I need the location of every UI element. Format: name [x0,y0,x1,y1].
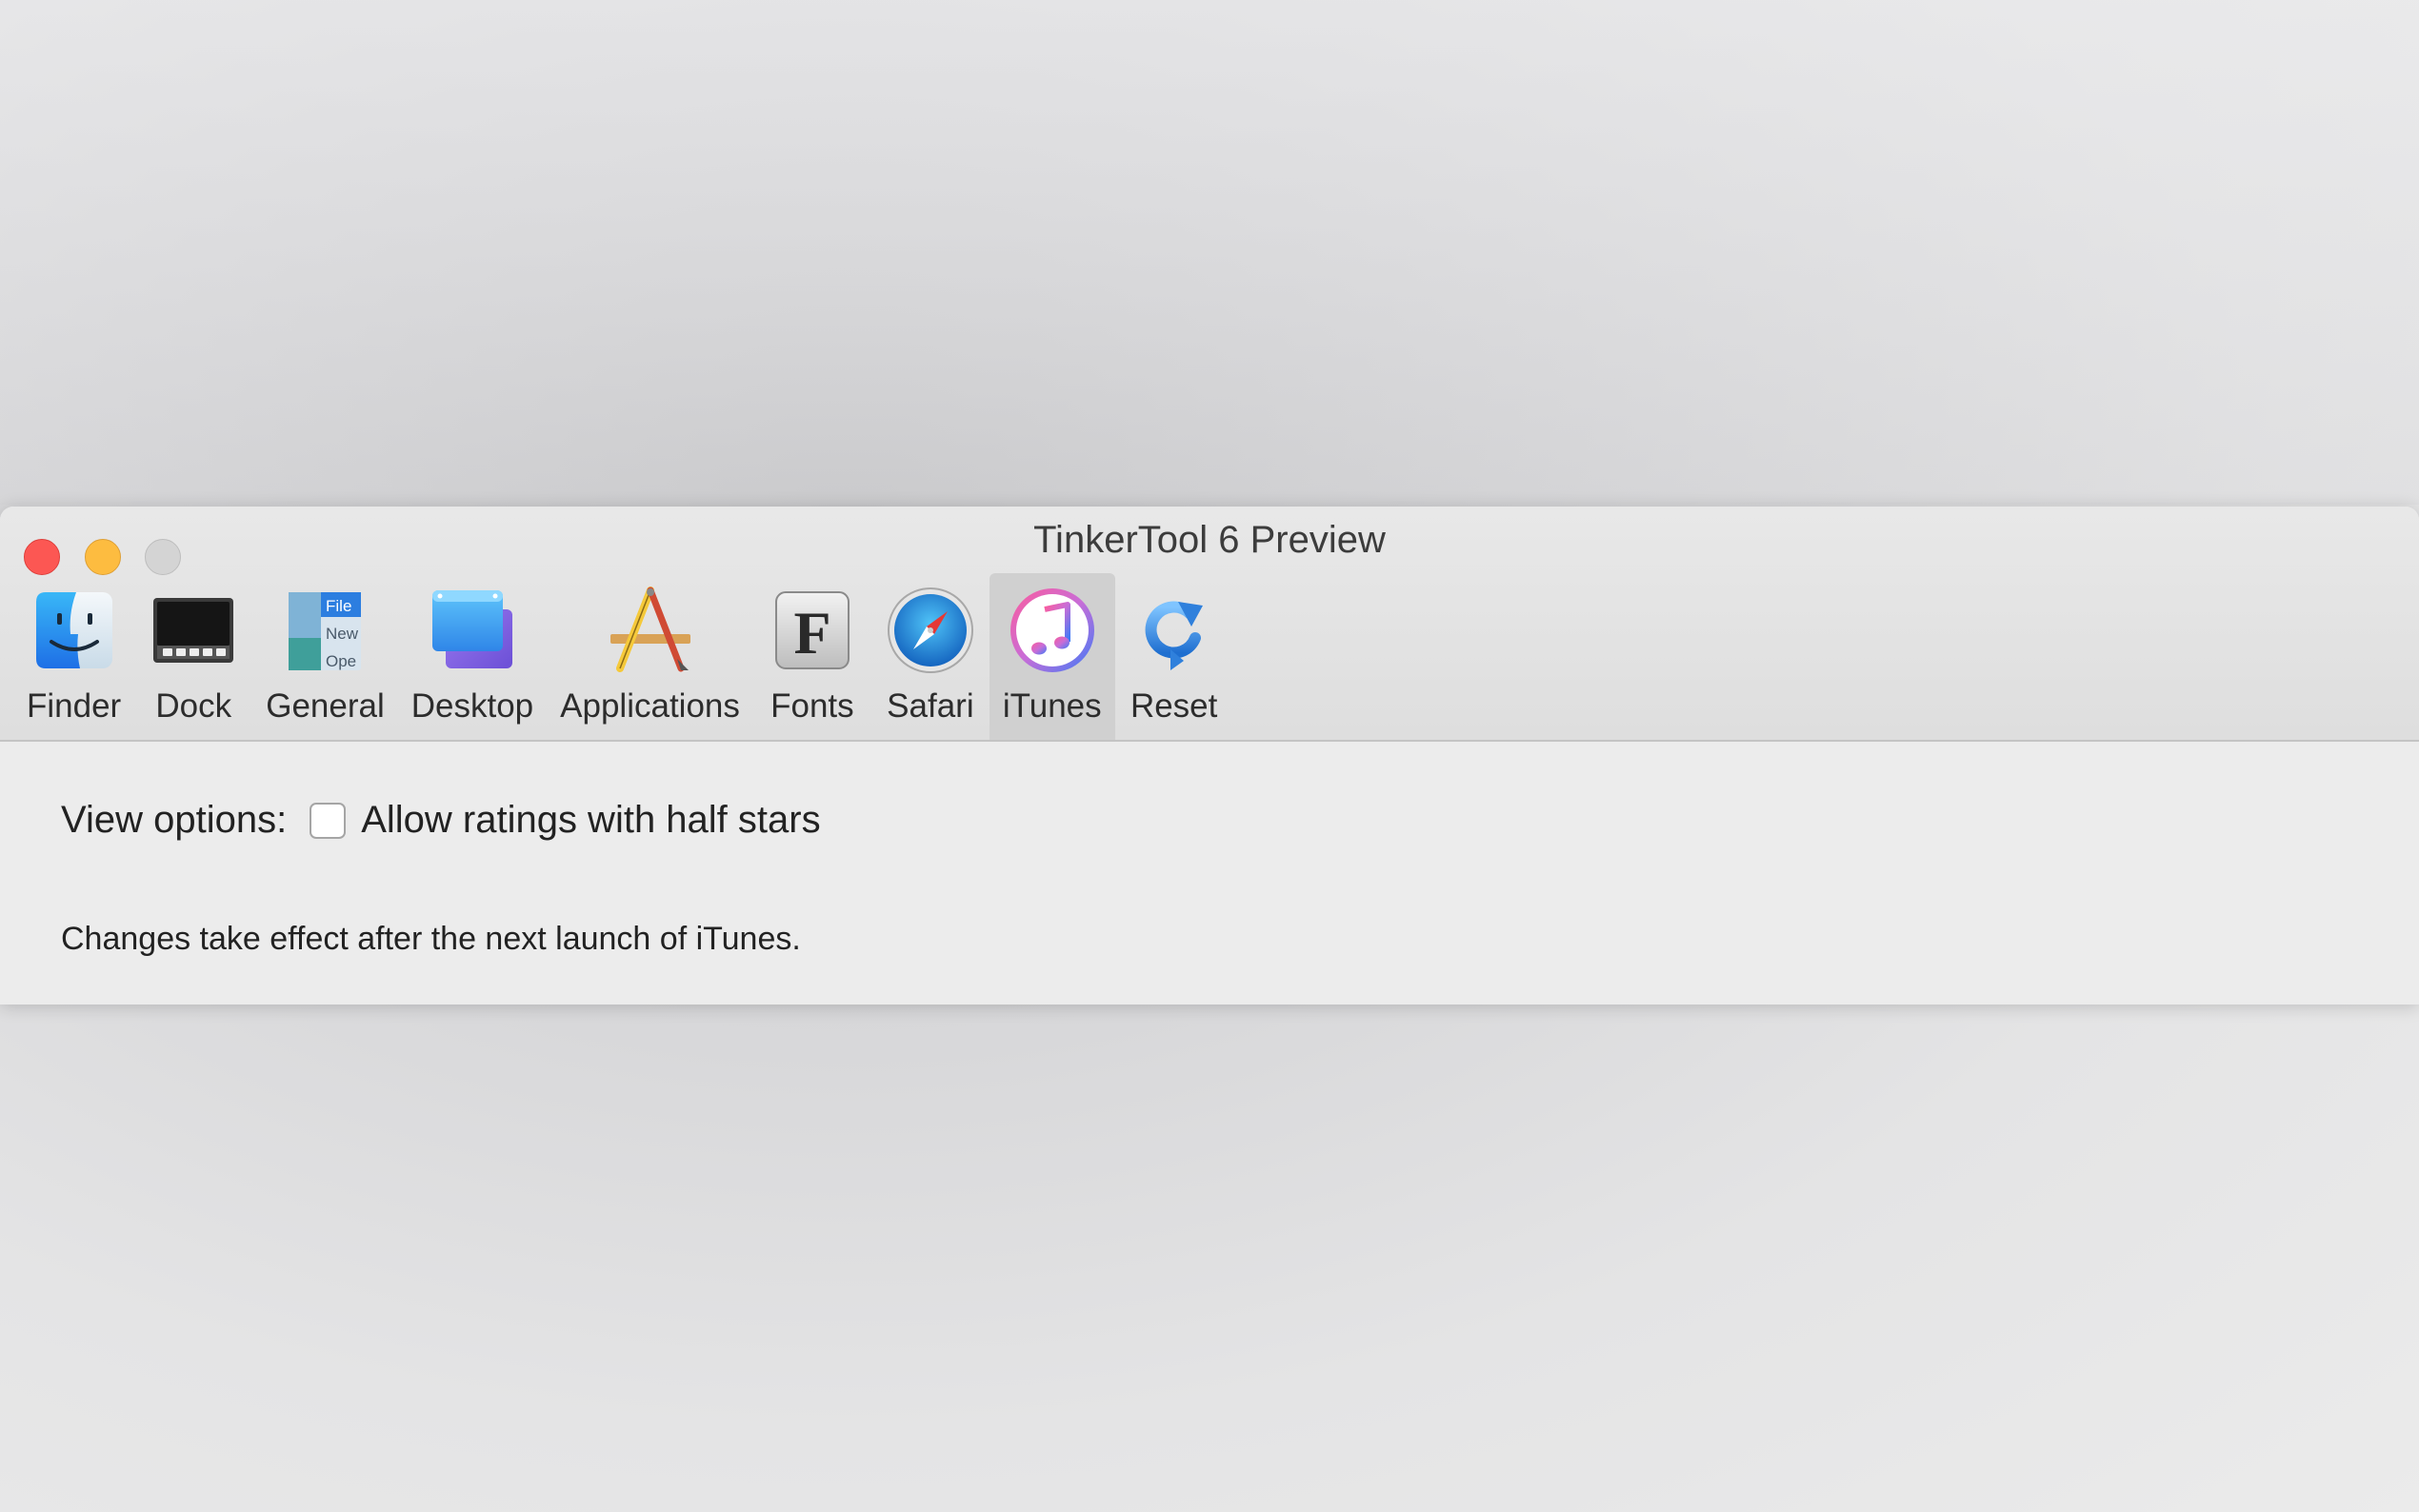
tinkertool-window: TinkerTool 6 Preview Finder Dock File Ne… [0,507,2419,1005]
tab-reset[interactable]: Reset [1115,573,1233,740]
tab-label: Applications [560,687,740,725]
relaunch-note: Changes take effect after the next launc… [61,921,801,957]
svg-text:Ope: Ope [326,652,356,670]
tab-itunes[interactable]: iTunes [989,573,1115,740]
half-stars-label[interactable]: Allow ratings with half stars [361,799,820,842]
tab-label: Fonts [770,687,854,725]
tab-fonts[interactable]: F Fonts [753,573,871,740]
svg-text:F: F [793,599,830,666]
tab-safari[interactable]: Safari [871,573,990,740]
tab-label: Safari [887,687,974,725]
desktop-background [0,0,2419,505]
tab-label: Dock [155,687,232,725]
zoom-button[interactable] [145,539,181,575]
tab-general[interactable]: File New Ope General [252,573,398,740]
view-options-label: View options: [61,799,288,841]
desktop-icon [431,590,512,668]
finder-icon [35,592,112,668]
safari-icon [887,587,973,673]
tab-finder[interactable]: Finder [13,573,134,740]
fonts-icon: F [774,591,850,669]
view-options-row: View options: Allow ratings with half st… [61,799,821,842]
tab-label: General [266,687,385,725]
close-button[interactable] [24,539,60,575]
itunes-settings-panel: View options: Allow ratings with half st… [0,742,2419,1005]
preferences-toolbar: Finder Dock File New Ope General Desktop… [13,573,1233,740]
general-icon: File New Ope [289,592,362,670]
tab-label: Desktop [410,687,534,725]
svg-text:New: New [326,625,359,643]
window-title: TinkerTool 6 Preview [1033,519,1386,561]
tab-label: iTunes [1002,687,1102,725]
tab-dock[interactable]: Dock [134,573,252,740]
tab-label: Reset [1130,687,1218,725]
reset-icon [1145,601,1203,670]
svg-text:File: File [326,597,351,615]
tab-label: Finder [27,687,122,725]
half-stars-checkbox[interactable] [310,802,347,839]
itunes-icon [1010,588,1094,672]
minimize-button[interactable] [85,539,121,575]
tab-applications[interactable]: Applications [547,573,753,740]
applications-icon [610,587,690,672]
dock-icon [153,598,234,663]
tab-desktop[interactable]: Desktop [398,573,547,740]
titlebar: TinkerTool 6 Preview Finder Dock File Ne… [0,507,2419,742]
